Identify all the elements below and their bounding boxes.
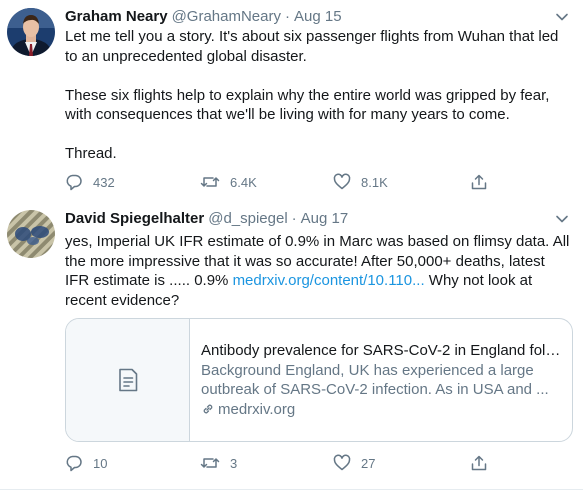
tweet-header: David Spiegelhalter @d_spiegel · Aug 17 xyxy=(65,209,348,229)
link-preview-card[interactable]: Antibody prevalence for SARS-CoV-2 in En… xyxy=(65,318,573,442)
tweet[interactable]: David Spiegelhalter @d_spiegel · Aug 17 yes… xyxy=(0,0,583,490)
reply-button[interactable]: 10 xyxy=(65,453,107,473)
header-separator: · xyxy=(291,210,297,227)
card-domain-row: medrxiv.org xyxy=(201,400,561,420)
document-icon xyxy=(118,368,137,392)
retweet-icon xyxy=(200,458,220,468)
avatar-pattern-icon xyxy=(7,210,55,258)
tweet-link[interactable]: medrxiv.org/content/10.110... xyxy=(233,272,425,289)
author-handle[interactable]: @d_spiegel xyxy=(208,210,287,227)
more-options-chevron-icon[interactable] xyxy=(553,210,571,228)
reply-icon xyxy=(66,455,82,472)
share-icon xyxy=(471,455,487,471)
link-icon xyxy=(203,404,213,414)
like-count: 27 xyxy=(361,455,376,471)
card-text: Antibody prevalence for SARS-CoV-2 in En… xyxy=(201,341,561,419)
like-button[interactable]: 27 xyxy=(333,453,375,473)
share-button[interactable] xyxy=(470,453,488,473)
avatar[interactable] xyxy=(7,210,55,258)
retweet-button[interactable]: 3 xyxy=(200,453,237,473)
author-name[interactable]: David Spiegelhalter xyxy=(65,210,204,227)
card-description: Background England, UK has experienced a… xyxy=(201,361,549,399)
tweet-text: yes, Imperial UK IFR estimate of 0.9% in… xyxy=(65,232,570,310)
tweet-date[interactable]: Aug 17 xyxy=(301,210,349,227)
card-title: Antibody prevalence for SARS-CoV-2 in En… xyxy=(201,342,561,359)
card-thumbnail xyxy=(66,319,190,441)
tweet-actions: 10 3 27 xyxy=(65,453,505,473)
heart-icon xyxy=(333,454,351,471)
card-domain: medrxiv.org xyxy=(218,400,296,418)
reply-count: 10 xyxy=(93,455,108,471)
retweet-count: 3 xyxy=(230,455,238,471)
